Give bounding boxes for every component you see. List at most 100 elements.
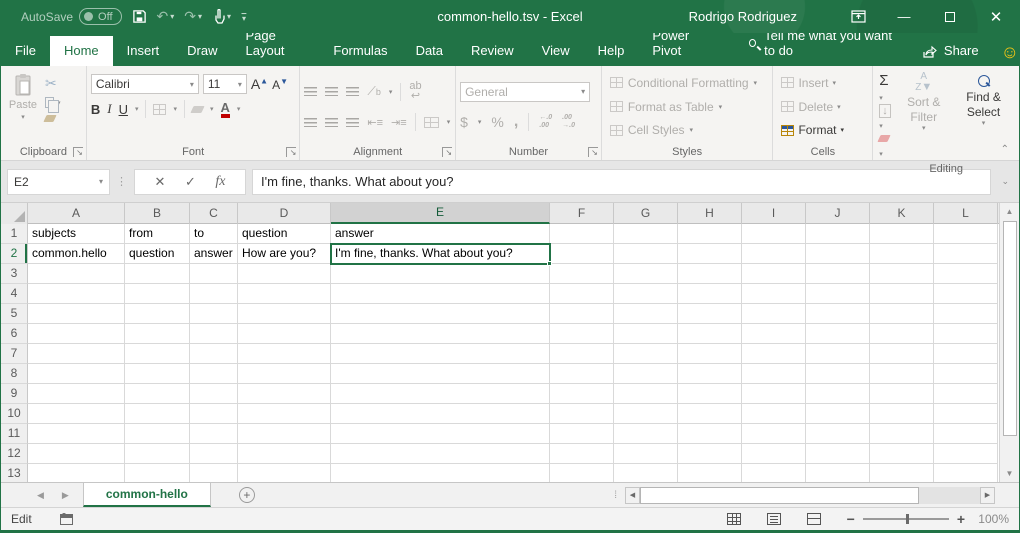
autosave-pill[interactable]: Off (79, 8, 121, 25)
collapse-ribbon-button[interactable]: ⌃ (1001, 144, 1009, 155)
cell-H10[interactable] (678, 404, 742, 424)
cell-F6[interactable] (550, 324, 614, 344)
cell-D2[interactable]: How are you? (238, 244, 331, 264)
minimize-button[interactable]: — (881, 0, 927, 33)
cell-K6[interactable] (870, 324, 934, 344)
cell-styles-button[interactable]: Cell Styles▾ (610, 119, 769, 141)
cell-L11[interactable] (934, 424, 998, 444)
cell-H12[interactable] (678, 444, 742, 464)
cell-C8[interactable] (190, 364, 238, 384)
increase-decimal-button[interactable]: ←.0.00 (539, 114, 552, 131)
cell-B5[interactable] (125, 304, 190, 324)
clipboard-dialog-launcher[interactable]: ↘ (73, 147, 83, 157)
page-break-preview-button[interactable] (807, 513, 821, 525)
next-sheet-button[interactable]: ▶ (62, 490, 69, 501)
redo-button[interactable]: ↷▾ (184, 8, 202, 25)
column-header-G[interactable]: G (614, 203, 678, 224)
fill-button[interactable]: ↓ ▾ (879, 103, 893, 131)
wrap-text-button[interactable]: ab↩ (409, 82, 421, 102)
cell-E1[interactable]: answer (331, 224, 550, 244)
cell-I8[interactable] (742, 364, 806, 384)
cell-I4[interactable] (742, 284, 806, 304)
cell-F13[interactable] (550, 464, 614, 482)
cell-B3[interactable] (125, 264, 190, 284)
column-header-D[interactable]: D (238, 203, 331, 224)
cell-K8[interactable] (870, 364, 934, 384)
cell-E11[interactable] (331, 424, 550, 444)
cell-D7[interactable] (238, 344, 331, 364)
cell-J7[interactable] (806, 344, 870, 364)
top-align-button[interactable] (304, 87, 317, 96)
cell-J1[interactable] (806, 224, 870, 244)
cell-H5[interactable] (678, 304, 742, 324)
format-cells-button[interactable]: Format▾ (781, 119, 868, 141)
cell-A8[interactable] (28, 364, 125, 384)
row-header-11[interactable]: 11 (1, 424, 28, 444)
cell-I9[interactable] (742, 384, 806, 404)
prev-sheet-button[interactable]: ◀ (37, 490, 44, 501)
number-format-combo[interactable]: General▾ (460, 82, 590, 102)
cell-F5[interactable] (550, 304, 614, 324)
cell-J13[interactable] (806, 464, 870, 482)
cell-J4[interactable] (806, 284, 870, 304)
cell-K10[interactable] (870, 404, 934, 424)
number-dialog-launcher[interactable]: ↘ (588, 147, 598, 157)
sort-filter-button[interactable]: AZ▼ Sort & Filter ▾ (895, 70, 952, 163)
cell-G3[interactable] (614, 264, 678, 284)
cell-G13[interactable] (614, 464, 678, 482)
undo-button[interactable]: ↶▾ (157, 8, 175, 25)
cancel-button[interactable]: ✕ (155, 174, 166, 190)
cell-A5[interactable] (28, 304, 125, 324)
cell-I11[interactable] (742, 424, 806, 444)
cell-L10[interactable] (934, 404, 998, 424)
cell-D4[interactable] (238, 284, 331, 304)
bold-button[interactable]: B (91, 102, 100, 117)
horizontal-scrollbar[interactable]: ◀ ▶ (625, 483, 995, 507)
tab-draw[interactable]: Draw (173, 36, 231, 66)
scrollbar-resize-handle[interactable]: ⁞ (614, 483, 625, 507)
cell-L13[interactable] (934, 464, 998, 482)
cut-button[interactable]: ✂ (45, 76, 61, 90)
cell-C6[interactable] (190, 324, 238, 344)
cell-L4[interactable] (934, 284, 998, 304)
cell-A3[interactable] (28, 264, 125, 284)
cell-G1[interactable] (614, 224, 678, 244)
cell-L1[interactable] (934, 224, 998, 244)
tab-home[interactable]: Home (50, 36, 113, 66)
zoom-slider-handle[interactable] (906, 514, 909, 524)
underline-button[interactable]: U (119, 102, 128, 117)
orientation-button[interactable]: ⟋b (367, 84, 380, 99)
font-size-combo[interactable]: 11▾ (203, 74, 247, 94)
cell-C9[interactable] (190, 384, 238, 404)
row-header-12[interactable]: 12 (1, 444, 28, 464)
decrease-indent-button[interactable]: ⇤≡ (367, 116, 383, 129)
save-button[interactable] (132, 9, 147, 24)
cell-K13[interactable] (870, 464, 934, 482)
macro-record-button[interactable] (60, 514, 73, 525)
cell-D10[interactable] (238, 404, 331, 424)
copy-button[interactable]: ▾ (45, 97, 61, 108)
cell-L2[interactable] (934, 244, 998, 264)
row-header-2[interactable]: 2 (1, 244, 28, 264)
paste-button[interactable]: Paste ▾ (5, 70, 41, 143)
conditional-formatting-button[interactable]: Conditional Formatting▾ (610, 72, 769, 94)
alignment-dialog-launcher[interactable]: ↘ (442, 147, 452, 157)
scroll-left-icon[interactable]: ◀ (625, 487, 640, 504)
merge-center-button[interactable] (424, 117, 439, 128)
insert-cells-button[interactable]: Insert▾ (781, 72, 868, 94)
tab-insert[interactable]: Insert (113, 36, 174, 66)
cell-C13[interactable] (190, 464, 238, 482)
cell-G10[interactable] (614, 404, 678, 424)
cell-C7[interactable] (190, 344, 238, 364)
cell-I12[interactable] (742, 444, 806, 464)
cell-I13[interactable] (742, 464, 806, 482)
column-header-I[interactable]: I (742, 203, 806, 224)
cell-G9[interactable] (614, 384, 678, 404)
cell-I1[interactable] (742, 224, 806, 244)
column-header-B[interactable]: B (125, 203, 190, 224)
select-all-button[interactable] (1, 203, 28, 224)
cell-G5[interactable] (614, 304, 678, 324)
cell-E10[interactable] (331, 404, 550, 424)
cell-G7[interactable] (614, 344, 678, 364)
fill-handle[interactable] (547, 261, 552, 266)
